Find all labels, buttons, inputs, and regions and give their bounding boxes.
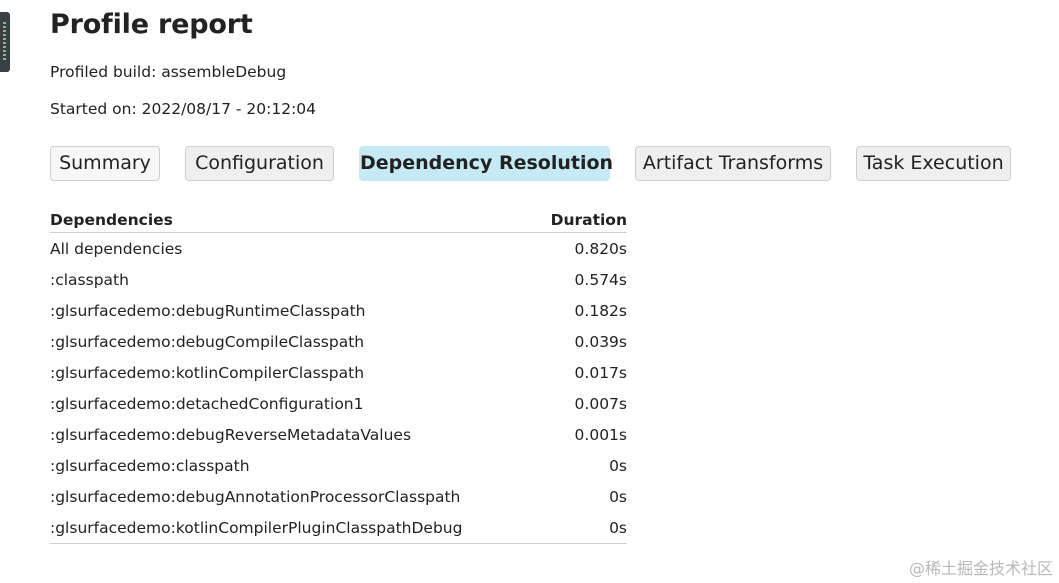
dependency-duration: 0s [609, 456, 627, 475]
table-row: :glsurfacedemo:detachedConfiguration1 0.… [50, 388, 627, 419]
tab-bar: Summary Configuration Dependency Resolut… [50, 146, 1020, 183]
dependency-name: :glsurfacedemo:detachedConfiguration1 [50, 394, 364, 413]
table-row: :glsurfacedemo:kotlinCompilerClasspath 0… [50, 357, 627, 388]
dependency-name: :glsurfacedemo:kotlinCompilerPluginClass… [50, 512, 537, 544]
tab-task-execution[interactable]: Task Execution [856, 146, 1011, 181]
profiled-build-text: Profiled build: assembleDebug [50, 63, 287, 81]
side-panel-handle[interactable] [0, 12, 10, 72]
dependency-duration: 0s [536, 512, 627, 544]
watermark: @稀土掘金技术社区 [908, 559, 1053, 578]
column-header-duration: Duration [536, 208, 627, 233]
tab-summary[interactable]: Summary [50, 146, 160, 181]
dependencies-table: Dependencies Duration All dependencies 0… [50, 208, 627, 544]
column-header-dependencies: Dependencies [50, 208, 537, 233]
dependency-name: :glsurfacedemo:debugCompileClasspath [50, 332, 365, 351]
table-header-row: Dependencies Duration [50, 208, 627, 233]
table-row: :classpath 0.574s [50, 264, 627, 295]
table-row: :glsurfacedemo:classpath 0s [50, 450, 627, 481]
dependency-name: :glsurfacedemo:debugReverseMetadataValue… [50, 425, 412, 444]
dependency-duration: 0.007s [574, 394, 627, 413]
dependency-duration: 0s [609, 487, 627, 506]
dependency-name: :glsurfacedemo:debugAnnotationProcessorC… [50, 487, 461, 506]
dependency-duration: 0.017s [574, 363, 627, 382]
dependency-duration: 0.820s [574, 239, 627, 258]
dependency-name: :glsurfacedemo:kotlinCompilerClasspath [50, 363, 365, 382]
dependency-duration: 0.039s [574, 332, 627, 351]
table-row: All dependencies 0.820s [50, 233, 627, 265]
dependency-duration: 0.182s [574, 301, 627, 320]
dependency-name: :glsurfacedemo:debugRuntimeClasspath [50, 301, 366, 320]
tab-artifact-transforms[interactable]: Artifact Transforms [635, 146, 831, 181]
started-on-text: Started on: 2022/08/17 - 20:12:04 [50, 100, 317, 118]
tab-dependency-resolution[interactable]: Dependency Resolution [359, 146, 613, 181]
meter-icon [3, 22, 6, 62]
table-row: :glsurfacedemo:debugReverseMetadataValue… [50, 419, 627, 450]
table-row: :glsurfacedemo:kotlinCompilerPluginClass… [50, 512, 627, 544]
table-row: :glsurfacedemo:debugAnnotationProcessorC… [50, 481, 627, 512]
dependency-name: :classpath [50, 270, 129, 289]
page-title: Profile report [50, 9, 253, 40]
dependency-duration: 0.001s [574, 425, 627, 444]
dependency-duration: 0.574s [574, 270, 627, 289]
table-row: :glsurfacedemo:debugRuntimeClasspath 0.1… [50, 295, 627, 326]
dependency-name: :glsurfacedemo:classpath [50, 456, 250, 475]
table-row: :glsurfacedemo:debugCompileClasspath 0.0… [50, 326, 627, 357]
dependency-name: All dependencies [50, 239, 183, 258]
tab-configuration[interactable]: Configuration [185, 146, 334, 181]
